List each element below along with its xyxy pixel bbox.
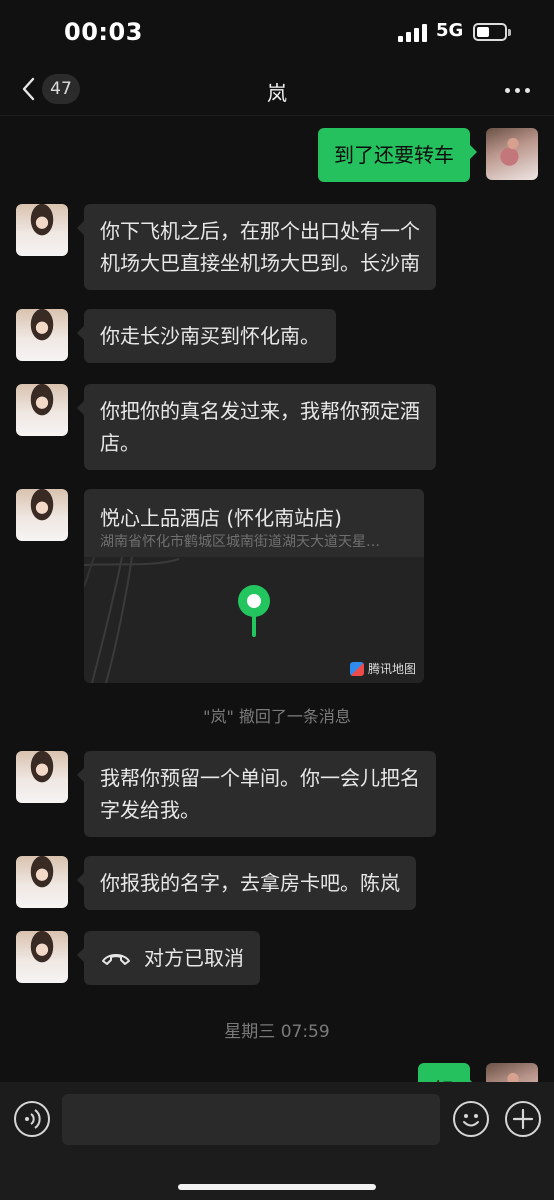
message-bubble-incoming[interactable]: 我帮你预留一个单间。你一会儿把名 字发给我。: [77, 751, 436, 837]
home-indicator[interactable]: [178, 1184, 376, 1190]
contact-avatar[interactable]: [16, 384, 68, 436]
message-bubble-incoming[interactable]: 你走长沙南买到怀化南。: [77, 309, 336, 363]
contact-avatar[interactable]: [16, 751, 68, 803]
message-bubble-outgoing[interactable]: 好: [418, 1063, 477, 1082]
call-record-bubble[interactable]: 对方已取消: [77, 931, 260, 985]
contact-avatar[interactable]: [16, 204, 68, 256]
my-avatar[interactable]: [486, 128, 538, 180]
input-toolbar: [0, 1082, 554, 1200]
timestamp-divider: 星期三 07:59: [224, 1022, 330, 1042]
more-options-icon[interactable]: [505, 88, 531, 94]
status-bar: 00:03 5G: [0, 0, 554, 64]
my-avatar[interactable]: [486, 1063, 538, 1082]
plus-icon: [512, 1108, 534, 1130]
message-bubble-incoming[interactable]: 你把你的真名发过来，我帮你预定酒 店。: [77, 384, 436, 470]
emoji-icon: [463, 1114, 479, 1127]
voice-input-button[interactable]: [14, 1101, 50, 1137]
status-time: 00:03: [64, 18, 143, 46]
emoji-button[interactable]: [453, 1101, 489, 1137]
message-bubble-incoming[interactable]: 你下飞机之后，在那个出口处有一个 机场大巴直接坐机场大巴到。长沙南: [77, 204, 436, 290]
message-line: 我帮你预留一个单间。你一会儿把名: [100, 766, 420, 790]
battery-icon: [473, 23, 511, 41]
message-line: 字发给我。: [100, 798, 200, 822]
message-line: 机场大巴直接坐机场大巴到。长沙南: [100, 251, 420, 275]
tencent-map-icon: [349, 661, 364, 676]
message-list[interactable]: 到了还要转车 你下飞机之后，在那个出口处有一个 机场大巴直接坐机场大巴到。长沙南…: [0, 117, 554, 1082]
location-name: 悦心上品酒店 (怀化南站店): [100, 506, 342, 530]
map-provider-logo: 腾讯地图: [349, 660, 416, 677]
call-status: 对方已取消: [144, 946, 244, 970]
location-card[interactable]: 悦心上品酒店 (怀化南站店) 湖南省怀化市鹤城区城南街道湖天大道天星… 腾讯地图: [84, 489, 424, 683]
contact-avatar[interactable]: [16, 489, 68, 541]
message-bubble-incoming[interactable]: 你报我的名字，去拿房卡吧。陈岚: [77, 856, 416, 910]
message-line: 你下飞机之后，在那个出口处有一个: [100, 219, 420, 243]
location-address: 湖南省怀化市鹤城区城南街道湖天大道天星…: [100, 534, 380, 550]
phone-hangup-icon: [102, 954, 130, 965]
message-input[interactable]: [62, 1094, 440, 1145]
message-line: 店。: [100, 431, 140, 455]
more-actions-button[interactable]: [505, 1101, 541, 1137]
contact-avatar[interactable]: [16, 931, 68, 983]
cellular-signal-icon: [398, 24, 428, 42]
location-pin-icon: [238, 585, 270, 637]
message-bubble-outgoing[interactable]: 到了还要转车: [318, 128, 477, 182]
recall-notice: "岚" 撤回了一条消息: [203, 707, 351, 726]
message-line: 你把你的真名发过来，我帮你预定酒: [100, 399, 420, 423]
contact-avatar[interactable]: [16, 856, 68, 908]
chat-header: 47 岚: [0, 64, 554, 116]
voice-icon: [25, 1109, 41, 1129]
map-provider-label: 腾讯地图: [367, 662, 416, 676]
network-type: 5G: [436, 20, 464, 41]
chat-title: 岚: [267, 81, 287, 105]
map-preview[interactable]: 腾讯地图: [84, 557, 424, 683]
contact-avatar[interactable]: [16, 309, 68, 361]
